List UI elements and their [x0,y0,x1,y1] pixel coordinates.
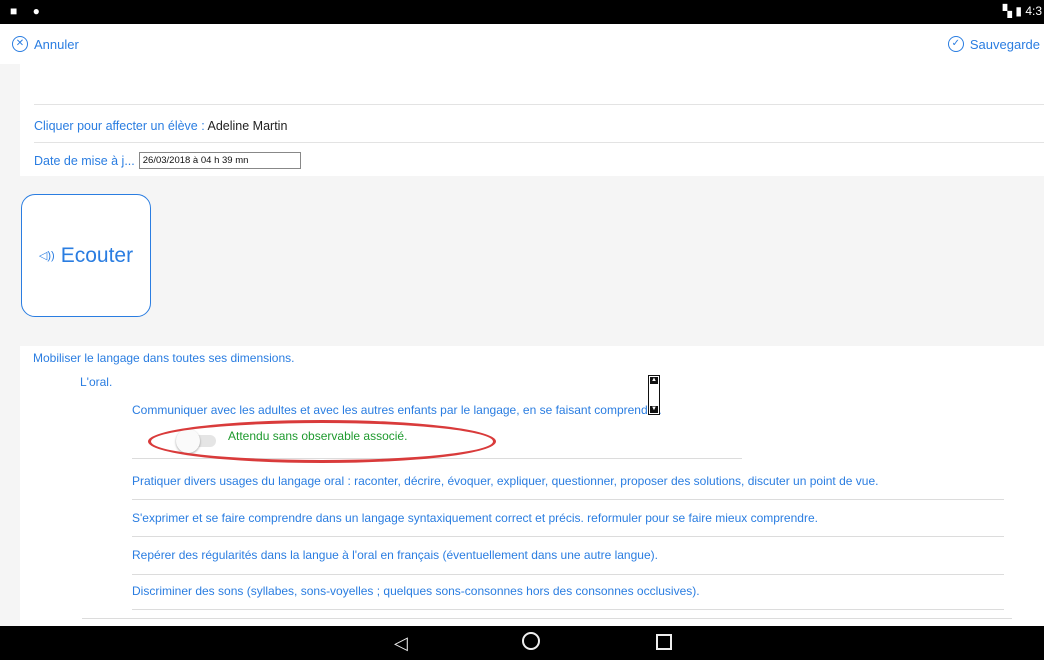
action-bar: ✕ Annuler ✓ Sauvegarde [0,24,1044,64]
annotation-ellipse [148,420,496,463]
assign-student-row[interactable]: Cliquer pour affecter un élève : Adeline… [34,119,287,133]
signal-icon: ▚ [1002,4,1013,18]
student-name: Adeline Martin [207,119,288,133]
battery-icon: ▮ [1015,4,1022,18]
scroll-handle[interactable]: ▲ ▼ [648,375,660,415]
divider [34,104,1044,105]
close-icon: ✕ [12,36,28,52]
date-field[interactable]: 26/03/2018 à 04 h 39 mn [138,152,301,169]
domain-title: Mobiliser le langage dans toutes ses dim… [33,351,295,365]
listen-label: Ecouter [60,243,134,267]
status-bar: ■ ● ▚ ▮ 4:3 [0,0,1044,24]
assign-student-label: Cliquer pour affecter un élève : [34,119,205,133]
content-area: Cliquer pour affecter un élève : Adeline… [0,64,1044,626]
competency-item[interactable]: Repérer des régularités dans la langue à… [132,548,658,562]
home-icon[interactable] [522,632,540,650]
divider [132,499,1004,500]
form-panel: Cliquer pour affecter un élève : Adeline… [20,64,1044,176]
competency-item[interactable]: S'exprimer et se faire comprendre dans u… [132,511,818,525]
scroll-down-icon: ▼ [650,406,658,413]
listen-button[interactable]: ◁)) Ecouter [21,194,151,317]
status-right: ▚ ▮ 4:3 [1003,4,1042,18]
competency-item[interactable]: Discriminer des sons (syllabes, sons-voy… [132,584,700,598]
domain-subtitle: L'oral. [80,375,113,389]
navigation-bar: ◁ [0,626,1044,660]
cancel-button[interactable]: ✕ Annuler [12,36,79,52]
speaker-icon: ◁)) [38,250,55,262]
divider [132,574,1004,575]
save-label: Sauvegarde [969,36,1040,52]
save-button[interactable]: ✓ Sauvegarde [947,36,1040,52]
cancel-label: Annuler [34,36,79,52]
divider [82,618,1012,619]
back-icon[interactable]: ◁ [394,633,408,653]
divider [132,536,1004,537]
date-row: Date de mise à j... 26/03/2018 à 04 h 39… [34,152,301,169]
date-label: Date de mise à j... [34,153,135,168]
competency-item[interactable]: Pratiquer divers usages du langage oral … [132,474,878,488]
competency-item[interactable]: Communiquer avec les adultes et avec les… [132,403,662,417]
divider [34,142,1044,143]
check-icon: ✓ [947,36,964,52]
competencies-panel: Mobiliser le langage dans toutes ses dim… [20,346,1044,626]
recents-icon[interactable] [656,634,672,650]
clock: 4:3 [1025,4,1042,18]
scroll-up-icon: ▲ [650,377,658,384]
divider [132,609,1004,610]
notification-icons: ■ ● [10,4,46,18]
